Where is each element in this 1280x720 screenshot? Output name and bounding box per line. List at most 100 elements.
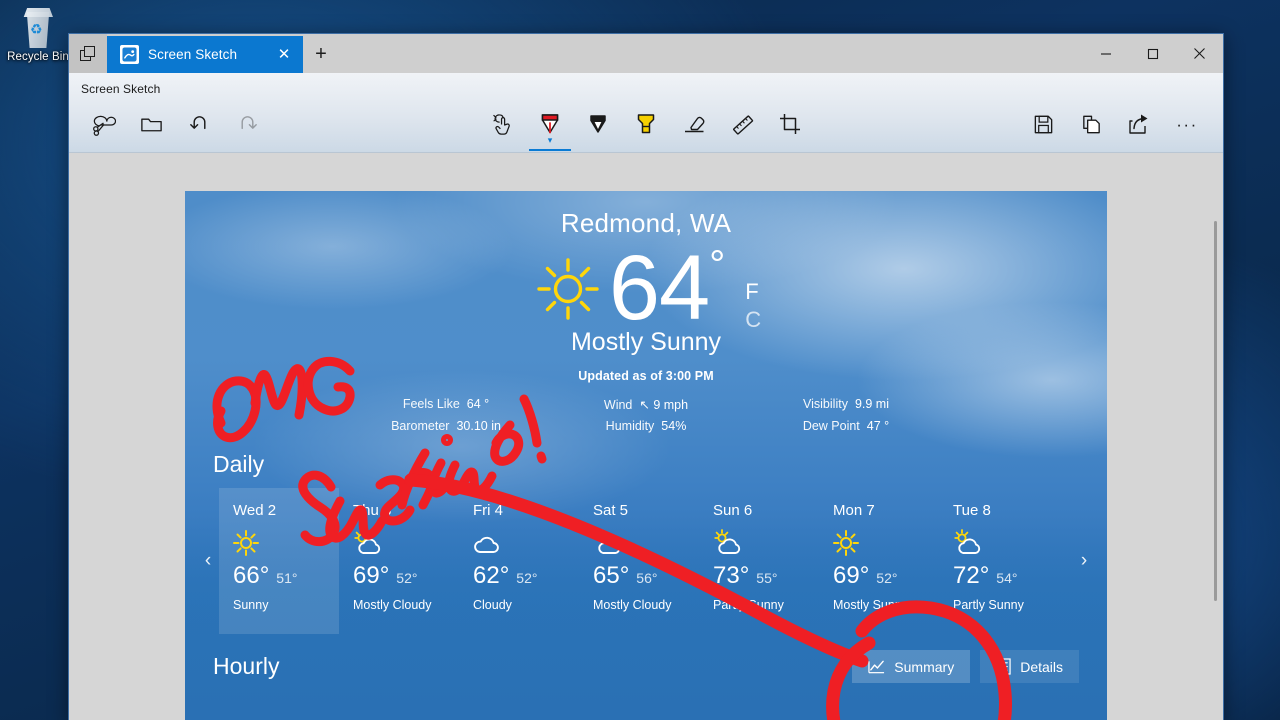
daily-prev-button[interactable]: ‹ [197,488,219,634]
crop-icon [780,114,800,134]
day-card[interactable]: Fri 4 62° 52° Cloudy [459,488,579,634]
tab-switcher-button[interactable] [69,34,107,73]
weather-condition: Mostly Sunny [570,328,722,357]
sketch-canvas[interactable]: Redmond, WA 64° F C Mostly Sunny Updated… [69,153,1223,720]
tab-close-icon[interactable]: ✕ [271,42,297,68]
day-temps: 72° 54° [953,562,1059,590]
undo-icon [189,115,206,129]
day-card[interactable]: W 6 L [1059,488,1073,634]
pencil-button[interactable] [574,100,622,148]
view-toggle-buttons: Summary Details [852,650,1079,684]
detail-label: Feels Like [402,397,460,412]
day-card[interactable]: Sun 6 73° 55° Partly Sunny [699,488,819,634]
day-low: 51° [276,570,298,587]
daily-next-button[interactable]: › [1073,488,1095,634]
toolbar-center-group: ▾ [478,100,814,151]
detail-value: 64 ° [466,397,490,412]
cloud-icon [471,528,579,558]
title-bar: Screen Sketch ✕ + [69,34,1223,73]
app-name-label: Screen Sketch [81,82,161,96]
tab-screen-sketch[interactable]: Screen Sketch ✕ [107,36,303,73]
ellipsis-icon: ··· [1176,114,1198,134]
minimize-button[interactable] [1082,34,1129,73]
plus-icon: + [315,43,327,65]
touch-writing-button[interactable] [478,100,526,148]
close-button[interactable] [1176,34,1223,73]
eraser-icon [685,116,705,133]
ruler-button[interactable] [718,100,766,148]
touch-writing-icon [492,113,510,135]
daily-forecast-strip: ‹ Wed 2 66° 51° Sunny Thu 3 69° 52° Most… [185,488,1107,635]
share-button[interactable] [1115,100,1163,148]
ballpoint-pen-button[interactable]: ▾ [526,100,574,151]
day-card[interactable]: Wed 2 66° 51° Sunny [219,488,339,635]
desktop-icon-recycle-bin[interactable]: ♻ Recycle Bin [6,6,70,63]
toolbar: ▾ ··· [69,96,1223,152]
day-card[interactable]: Sat 5 65° 56° Mostly Cloudy [579,488,699,634]
highlighter-button[interactable] [622,100,670,148]
detail-value: 47 ° [866,419,890,434]
detail-humidity: Humidity 54% [546,419,746,433]
canvas-scrollbar[interactable] [1214,221,1217,601]
day-low: 52° [516,570,538,587]
unit-toggle[interactable]: F C [745,281,761,331]
current-conditions-row: 64° F C [185,242,1107,334]
current-temperature: 64° [609,242,726,334]
day-name: Sat 5 [593,502,629,520]
sun-behind-cloud-icon [591,528,699,558]
day-low: 55° [756,570,778,587]
eraser-button[interactable] [670,100,718,148]
unit-fahrenheit[interactable]: F [745,281,761,303]
tab-title: Screen Sketch [148,47,238,62]
day-condition: Mostly Cloudy [593,598,672,613]
undo-button[interactable] [175,100,223,148]
day-name: Thu 3 [353,502,392,520]
list-icon [996,658,1011,675]
details-label: Details [1020,658,1063,675]
details-button[interactable]: Details [980,650,1079,684]
summary-button[interactable]: Summary [852,650,971,684]
day-high: 69° [833,562,870,590]
captured-weather-screenshot: Redmond, WA 64° F C Mostly Sunny Updated… [185,191,1107,720]
new-tab-button[interactable]: + [303,36,339,73]
sun-icon [831,528,939,558]
day-high: 69° [353,562,390,590]
day-temps: 62° 52° [473,562,579,590]
recycle-bin-lid [23,8,53,17]
close-icon [1194,48,1205,59]
degree-symbol: ° [709,243,726,287]
day-condition: Partly Sunny [953,598,1024,613]
detail-label: Wind [603,398,633,413]
ruler-icon [733,115,754,135]
day-temps: 73° 55° [713,562,819,590]
day-temps: 65° 56° [593,562,699,590]
maximize-button[interactable] [1129,34,1176,73]
day-name: Sun 6 [713,502,753,520]
more-button[interactable]: ··· [1163,100,1211,148]
open-file-button[interactable] [127,100,175,148]
recycle-bin-label: Recycle Bin [7,51,69,63]
copy-button[interactable] [1067,100,1115,148]
hourly-heading: Hourly [213,653,280,680]
day-card[interactable]: Tue 8 72° 54° Partly Sunny [939,488,1059,634]
hourly-section-row: Hourly Summary Details [185,650,1107,684]
detail-value: ↖ 9 mph [639,398,689,413]
detail-barometer: Barometer 30.10 in [346,419,546,433]
new-snip-button[interactable] [79,100,127,148]
summary-label: Summary [894,658,955,675]
crop-button[interactable] [766,100,814,148]
day-temps: 69° 52° [353,562,459,590]
day-condition: Partly Sunny [713,598,784,613]
chevron-down-icon: ▾ [547,135,553,145]
unit-celsius[interactable]: C [745,309,761,331]
day-card[interactable]: Mon 7 69° 52° Mostly Sunny [819,488,939,634]
detail-value: 54% [661,419,687,434]
save-button[interactable] [1019,100,1067,148]
redo-button[interactable] [223,100,271,148]
day-name: Tue 8 [953,502,991,520]
day-high: 65° [593,562,630,590]
day-condition: Cloudy [473,598,512,613]
day-card[interactable]: Thu 3 69° 52° Mostly Cloudy [339,488,459,634]
day-name: Mon 7 [833,502,875,520]
detail-visibility: Visibility 9.9 mi [746,397,946,412]
